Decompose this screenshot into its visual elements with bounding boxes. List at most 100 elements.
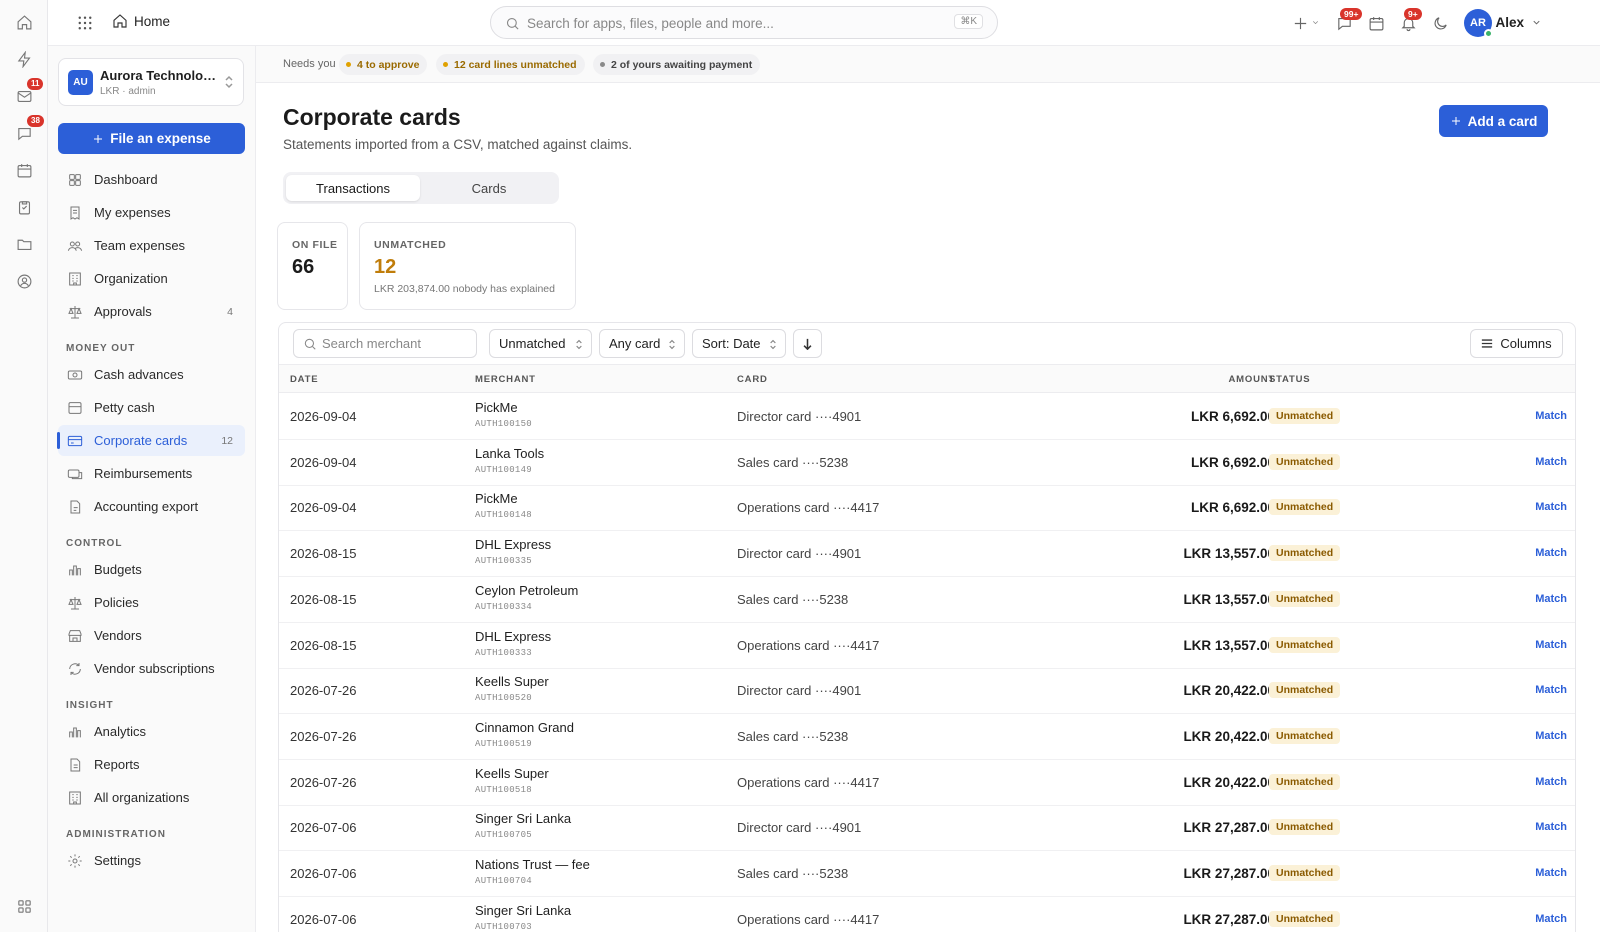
column-header-card[interactable]: CARD bbox=[737, 374, 768, 385]
sidebar-item-vendors[interactable]: Vendors bbox=[58, 620, 245, 651]
add-card-button[interactable]: Add a card bbox=[1439, 105, 1548, 137]
create-new-button[interactable] bbox=[1290, 13, 1310, 33]
column-header-status[interactable]: STATUS bbox=[1269, 374, 1310, 385]
rail-files-button[interactable] bbox=[12, 232, 36, 256]
sort-direction-button[interactable] bbox=[793, 329, 822, 358]
chevron-down-icon[interactable] bbox=[1531, 17, 1542, 28]
sidebar-item-settings[interactable]: Settings bbox=[58, 845, 245, 876]
cell-date: 2026-08-15 bbox=[290, 546, 357, 562]
match-button[interactable]: Match bbox=[1535, 547, 1567, 559]
org-switcher[interactable]: AU Aurora Technologies LKR · admin bbox=[58, 58, 244, 106]
app-launcher-icon[interactable] bbox=[76, 14, 94, 32]
refresh-icon bbox=[67, 661, 83, 677]
calendar-button[interactable] bbox=[1366, 13, 1386, 33]
sidebar-item-team-expenses[interactable]: Team expenses bbox=[58, 230, 245, 261]
match-button[interactable]: Match bbox=[1535, 410, 1567, 422]
card-filter-value: Any card bbox=[609, 336, 661, 351]
sidebar-item-petty-cash[interactable]: Petty cash bbox=[58, 392, 245, 423]
sidebar-item-cash-advances[interactable]: Cash advances bbox=[58, 359, 245, 390]
table-row[interactable]: 2026-09-04 PickMe AUTH100150 Director card … bbox=[279, 394, 1575, 440]
table-row[interactable]: 2026-08-15 DHL Express AUTH100335 Director … bbox=[279, 531, 1575, 578]
cell-card: Operations card ····4417 bbox=[737, 911, 880, 927]
columns-button[interactable]: Columns bbox=[1470, 329, 1563, 358]
messages-button[interactable]: 99+ bbox=[1334, 8, 1363, 33]
match-button[interactable]: Match bbox=[1535, 684, 1567, 696]
match-button[interactable]: Match bbox=[1535, 456, 1567, 468]
notifications-button[interactable]: 9+ bbox=[1398, 8, 1422, 33]
table-row[interactable]: 2026-09-04 Lanka Tools AUTH100149 Sales car… bbox=[279, 440, 1575, 486]
chip-text: 2 of yours awaiting payment bbox=[611, 58, 753, 71]
sidebar-item-accounting-export[interactable]: Accounting export bbox=[58, 491, 245, 522]
rail-home-button[interactable] bbox=[12, 10, 36, 34]
status-badge: Unmatched bbox=[1269, 727, 1341, 744]
match-button[interactable]: Match bbox=[1535, 913, 1567, 925]
match-button[interactable]: Match bbox=[1535, 821, 1567, 833]
sidebar-item-corporate-cards[interactable]: Corporate cards 12 bbox=[57, 425, 245, 456]
table-row[interactable]: 2026-07-06 Nations Trust — fee AUTH100704 S… bbox=[279, 851, 1575, 897]
cell-date: 2026-09-04 bbox=[290, 500, 357, 516]
sidebar-item-vendor-subscriptions[interactable]: Vendor subscriptions bbox=[58, 653, 245, 684]
status-filter-value: Unmatched bbox=[499, 336, 566, 351]
rail-more-apps-button[interactable] bbox=[12, 894, 36, 918]
theme-toggle-button[interactable] bbox=[1430, 13, 1450, 33]
chevron-updown-icon bbox=[225, 75, 233, 89]
stat-on-file: ON FILE 66 bbox=[277, 222, 348, 310]
table-row[interactable]: 2026-07-26 Keells Super AUTH100518 Operatio… bbox=[279, 760, 1575, 806]
rail-calendar-button[interactable] bbox=[12, 158, 36, 182]
table-row[interactable]: 2026-07-06 Singer Sri Lanka AUTH100705 Dire… bbox=[279, 805, 1575, 852]
match-button[interactable]: Match bbox=[1535, 867, 1567, 879]
table-row[interactable]: 2026-07-26 Keells Super AUTH100520 Director… bbox=[279, 668, 1575, 715]
sidebar-item-reimbursements[interactable]: Reimbursements bbox=[58, 458, 245, 489]
global-search[interactable]: ⌘K bbox=[490, 6, 998, 39]
rail-people-button[interactable] bbox=[12, 269, 36, 293]
table-row[interactable]: 2026-09-04 PickMe AUTH100148 Operations car… bbox=[279, 485, 1575, 532]
sidebar-item-all-organizations[interactable]: All organizations bbox=[58, 782, 245, 813]
global-search-input[interactable] bbox=[527, 13, 927, 33]
match-button[interactable]: Match bbox=[1535, 730, 1567, 742]
rail-mail-button[interactable]: 11 bbox=[12, 78, 44, 108]
sidebar-item-policies[interactable]: Policies bbox=[58, 587, 245, 618]
sidebar-item-reports[interactable]: Reports bbox=[58, 749, 245, 780]
card-filter-select[interactable]: Any card bbox=[599, 329, 685, 358]
merchant-search-input[interactable] bbox=[322, 336, 472, 351]
tab-transactions[interactable]: Transactions bbox=[286, 175, 420, 201]
home-link[interactable]: Home bbox=[112, 13, 170, 29]
merchant-search[interactable] bbox=[293, 329, 477, 358]
chip-to-approve[interactable]: 4 to approve bbox=[339, 54, 428, 75]
match-button[interactable]: Match bbox=[1535, 501, 1567, 513]
chip-unmatched-lines[interactable]: 12 card lines unmatched bbox=[436, 54, 585, 75]
sidebar-item-label: Organization bbox=[94, 271, 168, 286]
column-header-date[interactable]: DATE bbox=[290, 374, 318, 385]
sidebar-item-organization[interactable]: Organization bbox=[58, 263, 245, 294]
document-icon bbox=[67, 757, 83, 773]
status-filter-select[interactable]: Unmatched bbox=[489, 329, 592, 358]
sidebar-item-analytics[interactable]: Analytics bbox=[58, 716, 245, 747]
rail-tasks-button[interactable] bbox=[12, 195, 36, 219]
cell-card: Operations card ····4417 bbox=[737, 500, 880, 516]
table-row[interactable]: 2026-07-26 Cinnamon Grand AUTH100519 Sales … bbox=[279, 714, 1575, 760]
tab-cards[interactable]: Cards bbox=[422, 175, 556, 201]
stat-label: ON FILE bbox=[292, 239, 338, 251]
chip-awaiting-payment[interactable]: 2 of yours awaiting payment bbox=[593, 54, 761, 75]
rail-activity-button[interactable] bbox=[12, 47, 36, 71]
table-row[interactable]: 2026-08-15 Ceylon Petroleum AUTH100334 Sale… bbox=[279, 577, 1575, 623]
match-button[interactable]: Match bbox=[1535, 639, 1567, 651]
cash-icon bbox=[67, 367, 83, 383]
sidebar-item-budgets[interactable]: Budgets bbox=[58, 554, 245, 585]
column-header-merchant[interactable]: MERCHANT bbox=[475, 374, 536, 385]
sidebar-item-approvals[interactable]: Approvals 4 bbox=[58, 296, 245, 327]
cell-amount: LKR 20,422.00 bbox=[1183, 774, 1275, 790]
match-button[interactable]: Match bbox=[1535, 593, 1567, 605]
sort-select[interactable]: Sort: Date bbox=[692, 329, 786, 358]
sidebar-item-dashboard[interactable]: Dashboard bbox=[58, 164, 245, 195]
table-row[interactable]: 2026-08-15 DHL Express AUTH100333 Operation… bbox=[279, 623, 1575, 669]
table-row[interactable]: 2026-07-06 Singer Sri Lanka AUTH100703 Oper… bbox=[279, 897, 1575, 932]
sidebar-item-my-expenses[interactable]: My expenses bbox=[58, 197, 245, 228]
match-button[interactable]: Match bbox=[1535, 776, 1567, 788]
plus-icon bbox=[1292, 15, 1309, 32]
file-expense-button[interactable]: File an expense bbox=[58, 123, 245, 154]
user-avatar[interactable]: AR bbox=[1464, 9, 1493, 38]
rail-chat-button[interactable]: 38 bbox=[12, 115, 44, 145]
plus-icon bbox=[1450, 115, 1462, 127]
user-name[interactable]: Alex bbox=[1495, 15, 1524, 30]
